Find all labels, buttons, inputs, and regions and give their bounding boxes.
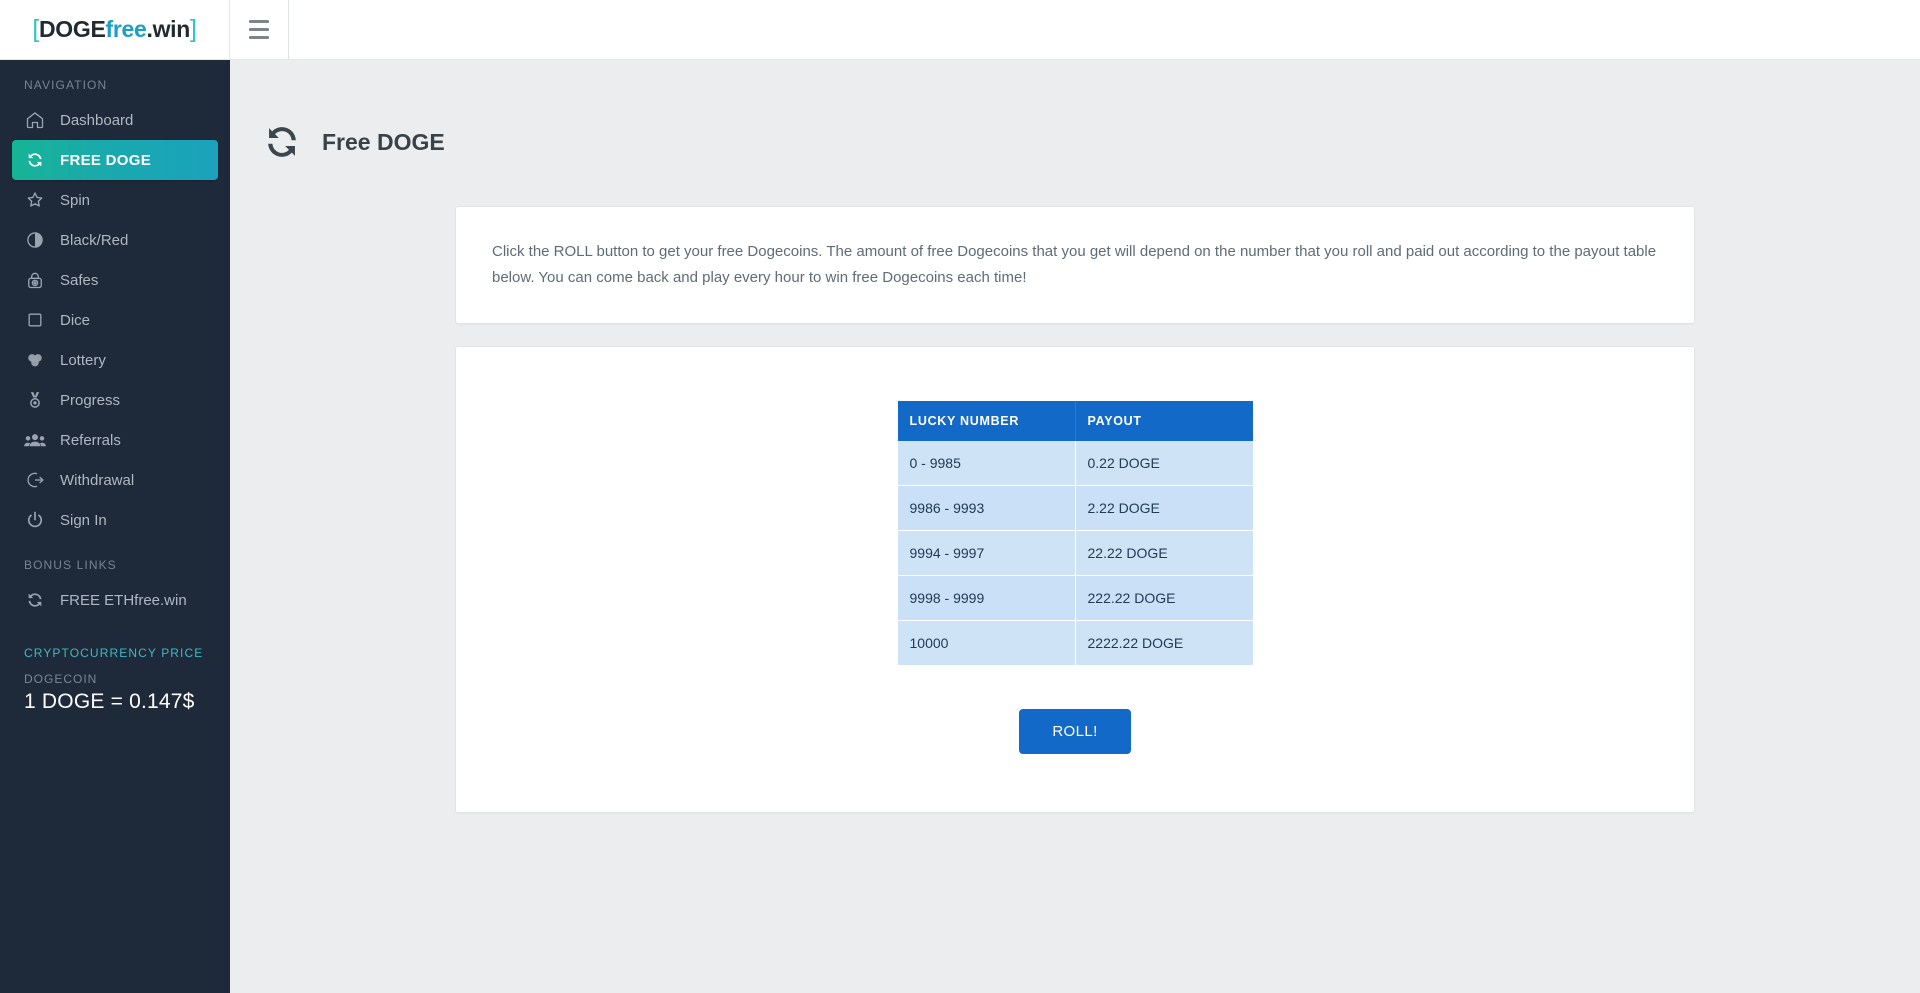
sidebar-item-label: Safes	[60, 271, 99, 289]
sidebar-item-dice[interactable]: Dice	[12, 300, 218, 340]
users-icon	[24, 429, 46, 451]
cell-lucky-number: 0 - 9985	[897, 440, 1076, 486]
home-icon	[24, 109, 46, 131]
main-content: Free DOGE Click the ROLL button to get y…	[230, 60, 1920, 993]
cell-lucky-number: 10000	[897, 620, 1076, 665]
roll-button[interactable]: ROLL!	[1019, 708, 1131, 754]
sidebar-item-label: Progress	[60, 391, 121, 409]
cell-payout: 2222.22 DOGE	[1075, 620, 1253, 665]
sidebar-item-label: Sign In	[60, 511, 107, 529]
refresh-icon	[260, 120, 304, 164]
top-bar-right	[230, 0, 1920, 59]
page-title: Free DOGE	[322, 128, 445, 155]
payout-table-body: 0 - 9985 0.22 DOGE 9986 - 9993 2.22 DOGE 999…	[897, 440, 1253, 665]
lock-icon	[24, 269, 46, 291]
column-header-payout: PAYOUT	[1075, 400, 1253, 441]
crypto-price-value: 1 DOGE = 0.147$	[24, 690, 195, 713]
hamburger-bar	[249, 28, 269, 31]
medal-icon	[24, 389, 46, 411]
cell-payout: 22.22 DOGE	[1075, 530, 1253, 576]
brand-bracket-right: ]	[190, 15, 197, 43]
sidebar-item-label: FREE ETHfree.win	[60, 591, 187, 609]
sidebar-item-label: Lottery	[60, 351, 106, 369]
sidebar-item-label: Black/Red	[60, 231, 129, 249]
cell-payout: 2.22 DOGE	[1075, 485, 1253, 531]
power-icon	[24, 509, 46, 531]
cell-lucky-number: 9998 - 9999	[897, 575, 1076, 621]
sidebar-item-label: Referrals	[60, 431, 121, 449]
sidebar-item-label: Withdrawal	[60, 471, 135, 489]
half-circle-icon	[24, 229, 46, 251]
top-bar-divider	[288, 0, 289, 59]
roll-card: LUCKY NUMBER PAYOUT 0 - 9985 0.22 DOGE 998…	[455, 345, 1695, 813]
cell-lucky-number: 9994 - 9997	[897, 530, 1076, 576]
sidebar-bonus-list: FREE ETHfree.win	[0, 580, 230, 620]
sidebar-bonus-heading: BONUS LINKS	[24, 558, 117, 572]
table-row: 9998 - 9999 222.22 DOGE	[897, 575, 1253, 621]
square-icon	[24, 309, 46, 331]
sidebar-nav-heading: NAVIGATION	[24, 78, 108, 92]
sidebar-item-label: Dice	[60, 311, 91, 329]
sidebar-item-free-doge[interactable]: FREE DOGE	[12, 140, 218, 180]
brand-part-free: free	[105, 16, 147, 42]
sidebar-item-label: Spin	[60, 191, 91, 209]
sidebar-nav-list: Dashboard FREE DOGE Spin Black/Red Safes Dice…	[0, 100, 230, 540]
sidebar-item-progress[interactable]: Progress	[12, 380, 218, 420]
brand-text: [DOGEfree.win]	[32, 15, 197, 44]
app-root: [DOGEfree.win] NAVIGATION Dashboard FREE …	[0, 0, 1920, 993]
column-header-lucky-number: LUCKY NUMBER	[897, 400, 1076, 441]
sidebar-item-dashboard[interactable]: Dashboard	[12, 100, 218, 140]
sidebar-crypto-heading: CRYPTOCURRENCY PRICE	[24, 646, 204, 660]
info-text: Click the ROLL button to get your free D…	[492, 243, 1657, 286]
cell-lucky-number: 9986 - 9993	[897, 485, 1076, 531]
table-row: 9994 - 9997 22.22 DOGE	[897, 530, 1253, 576]
brand-part-win: .win	[146, 16, 191, 42]
sidebar-item-safes[interactable]: Safes	[12, 260, 218, 300]
payout-header-row: LUCKY NUMBER PAYOUT	[897, 400, 1253, 441]
sidebar-item-label: FREE DOGE	[60, 151, 152, 169]
sidebar-item-lottery[interactable]: Lottery	[12, 340, 218, 380]
roll-button-wrap: ROLL!	[456, 708, 1694, 754]
payout-table: LUCKY NUMBER PAYOUT 0 - 9985 0.22 DOGE 998…	[897, 400, 1253, 665]
sidebar-item-sign-in[interactable]: Sign In	[12, 500, 218, 540]
sidebar-item-label: Dashboard	[60, 111, 134, 129]
cell-payout: 222.22 DOGE	[1075, 575, 1253, 621]
refresh-icon	[24, 589, 46, 611]
sidebar: NAVIGATION Dashboard FREE DOGE Spin Black/R…	[0, 60, 230, 993]
cell-payout: 0.22 DOGE	[1075, 440, 1253, 486]
sidebar-item-withdrawal[interactable]: Withdrawal	[12, 460, 218, 500]
page-header: Free DOGE	[230, 60, 1920, 164]
sidebar-item-black-red[interactable]: Black/Red	[12, 220, 218, 260]
top-bar: [DOGEfree.win]	[0, 0, 1920, 60]
refresh-icon	[24, 149, 46, 171]
brand-logo[interactable]: [DOGEfree.win]	[0, 0, 230, 59]
brand-bracket-left: [	[32, 15, 39, 43]
table-row: 9986 - 9993 2.22 DOGE	[897, 485, 1253, 531]
sidebar-item-referrals[interactable]: Referrals	[12, 420, 218, 460]
star-icon	[24, 189, 46, 211]
sidebar-item-spin[interactable]: Spin	[12, 180, 218, 220]
payout-table-head: LUCKY NUMBER PAYOUT	[897, 400, 1253, 441]
sign-out-icon	[24, 469, 46, 491]
menu-toggle-icon[interactable]	[230, 0, 288, 59]
sidebar-item-free-ethfree-win[interactable]: FREE ETHfree.win	[12, 580, 218, 620]
crypto-coin-label: DOGECOIN	[24, 672, 98, 686]
table-row: 0 - 9985 0.22 DOGE	[897, 440, 1253, 486]
balls-icon	[24, 349, 46, 371]
crypto-price-block: DOGECOIN 1 DOGE = 0.147$	[0, 668, 230, 714]
brand-part-doge: DOGE	[38, 16, 106, 42]
table-row: 10000 2222.22 DOGE	[897, 620, 1253, 665]
hamburger-bar	[249, 20, 269, 23]
info-card: Click the ROLL button to get your free D…	[455, 206, 1695, 324]
hamburger-bar	[249, 36, 269, 39]
